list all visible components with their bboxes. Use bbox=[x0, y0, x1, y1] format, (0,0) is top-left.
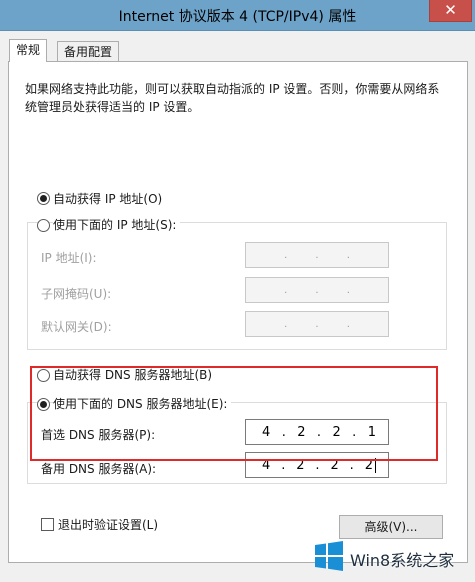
ip-dot: . bbox=[346, 284, 350, 296]
default-gateway-label: 默认网关(D): bbox=[41, 320, 112, 334]
dns-octet: 2 bbox=[364, 457, 373, 473]
dialog-body: 常规 备用配置 如果网络支持此功能，则可以获取自动指派的 IP 设置。否则，你需… bbox=[0, 31, 475, 582]
ip-dot: . bbox=[349, 457, 354, 473]
ip-dot: . bbox=[284, 284, 288, 296]
manual-ip-label: 使用下面的 IP 地址(S): bbox=[53, 216, 181, 233]
dns-octet: 2 bbox=[297, 424, 306, 440]
ip-address-label: IP 地址(I): bbox=[41, 251, 97, 265]
window-title: Internet 协议版本 4 (TCP/IPv4) 属性 bbox=[118, 9, 357, 25]
auto-ip-label: 自动获得 IP 地址(O) bbox=[53, 192, 163, 206]
subnet-mask-input: . . . bbox=[245, 277, 389, 303]
ip-dot: . bbox=[315, 457, 320, 473]
subnet-mask-label: 子网掩码(U): bbox=[41, 287, 112, 301]
ip-dot: . bbox=[352, 424, 357, 440]
ip-dot: . bbox=[315, 284, 319, 296]
manual-dns-radio[interactable] bbox=[37, 398, 50, 411]
close-button[interactable]: ✕ bbox=[429, 0, 472, 22]
validate-on-exit-checkbox[interactable] bbox=[41, 518, 54, 531]
title-bar: Internet 协议版本 4 (TCP/IPv4) 属性 ✕ bbox=[0, 0, 475, 31]
tab-alternate-config[interactable]: 备用配置 bbox=[57, 41, 120, 62]
windows-logo-icon bbox=[315, 541, 343, 571]
auto-dns-label: 自动获得 DNS 服务器地址(B) bbox=[53, 368, 213, 382]
ip-dot: . bbox=[281, 424, 286, 440]
alternate-dns-label: 备用 DNS 服务器(A): bbox=[41, 462, 157, 476]
preferred-dns-input[interactable]: 4 . 2 . 2 . 1 bbox=[245, 419, 389, 445]
ip-dot: . bbox=[346, 318, 350, 330]
tab-alternate-config-label: 备用配置 bbox=[64, 45, 113, 59]
ip-dot: . bbox=[284, 249, 288, 261]
general-panel: 如果网络支持此功能，则可以获取自动指派的 IP 设置。否则，你需要从网络系统管理… bbox=[8, 61, 468, 563]
preferred-dns-label: 首选 DNS 服务器(P): bbox=[41, 428, 156, 442]
watermark-text: Win8系统之家 bbox=[350, 551, 455, 570]
dns-octet: 1 bbox=[367, 424, 376, 440]
ip-dot: . bbox=[316, 424, 322, 440]
dns-octet: 2 bbox=[330, 457, 339, 473]
ip-address-input: . . . bbox=[245, 242, 389, 268]
ip-dot: . bbox=[315, 249, 319, 261]
manual-ip-radio[interactable] bbox=[37, 219, 50, 232]
description-text: 如果网络支持此功能，则可以获取自动指派的 IP 设置。否则，你需要从网络系统管理… bbox=[25, 82, 440, 114]
alternate-dns-input[interactable]: 4 . 2 . 2 . 2 bbox=[245, 452, 389, 478]
ip-dot: . bbox=[281, 457, 286, 473]
close-icon: ✕ bbox=[444, 1, 457, 19]
auto-dns-radio[interactable] bbox=[37, 369, 50, 382]
tab-general-label: 常规 bbox=[16, 43, 41, 57]
dns-octet: 4 bbox=[262, 424, 271, 440]
ip-dot: . bbox=[284, 318, 288, 330]
tab-general[interactable]: 常规 bbox=[9, 39, 48, 62]
dns-octet: 2 bbox=[296, 457, 305, 473]
advanced-button[interactable]: 高级(V)... bbox=[339, 515, 443, 539]
ip-dot: . bbox=[315, 318, 319, 330]
text-caret bbox=[374, 457, 376, 473]
default-gateway-input: . . . bbox=[245, 311, 389, 337]
dns-octet: 4 bbox=[262, 457, 271, 473]
manual-dns-label: 使用下面的 DNS 服务器地址(E): bbox=[53, 395, 232, 412]
dns-octet: 2 bbox=[332, 424, 341, 440]
ip-dot: . bbox=[346, 249, 350, 261]
validate-on-exit-label: 退出时验证设置(L) bbox=[58, 518, 159, 532]
auto-ip-radio[interactable] bbox=[37, 192, 50, 205]
